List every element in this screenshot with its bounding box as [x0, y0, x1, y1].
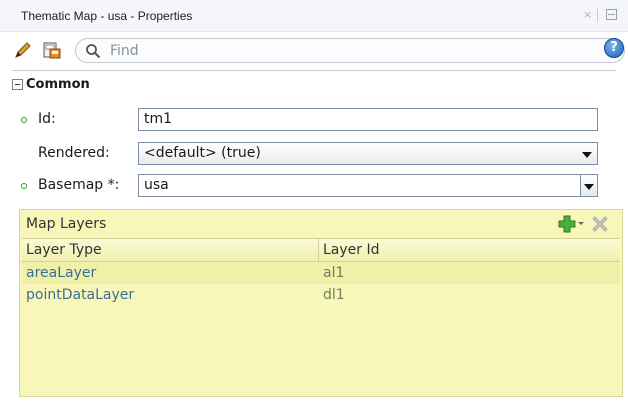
- title-bar: Thematic Map - usa - Properties ×: [0, 0, 628, 32]
- map-layers-header: Map Layers: [20, 210, 622, 238]
- window-title: Thematic Map - usa - Properties: [21, 9, 193, 23]
- collapse-icon[interactable]: [12, 79, 23, 90]
- rendered-select[interactable]: <default> (true): [138, 142, 598, 165]
- rendered-label: Rendered:: [38, 145, 110, 161]
- id-label: Id:: [38, 111, 56, 127]
- required-indicator-icon: [21, 117, 27, 123]
- cell-layer-type: areaLayer: [26, 265, 97, 281]
- search-icon: [86, 44, 101, 59]
- map-layers-table: Layer Type Layer Id areaLayer al1 pointD…: [22, 238, 620, 306]
- section-label: Common: [26, 77, 90, 92]
- title-separator: [597, 9, 598, 22]
- map-layers-title: Map Layers: [26, 216, 107, 232]
- table-row[interactable]: areaLayer al1: [22, 262, 620, 284]
- chevron-down-icon: [584, 184, 594, 190]
- column-header-layer-type[interactable]: Layer Type: [26, 242, 102, 258]
- basemap-select[interactable]: usa: [138, 174, 598, 197]
- required-indicator-icon: [21, 183, 27, 189]
- basemap-label: Basemap *:: [38, 177, 120, 193]
- save-icon[interactable]: [42, 40, 62, 60]
- table-header: Layer Type Layer Id: [22, 238, 620, 262]
- table-row[interactable]: pointDataLayer dl1: [22, 284, 620, 306]
- search-box[interactable]: Find: [75, 38, 625, 63]
- cell-layer-id: al1: [323, 265, 345, 281]
- minimize-icon[interactable]: ×: [583, 8, 592, 21]
- basemap-value: usa: [144, 177, 169, 193]
- add-dropdown-icon[interactable]: [578, 222, 584, 225]
- add-icon[interactable]: [557, 214, 577, 234]
- id-field[interactable]: tm1: [138, 108, 598, 131]
- cell-layer-type: pointDataLayer: [26, 287, 135, 303]
- basemap-dropdown-button[interactable]: [580, 175, 597, 196]
- delete-icon[interactable]: [590, 214, 610, 234]
- search-placeholder: Find: [110, 43, 139, 59]
- toolbar: Find: [0, 32, 628, 68]
- cell-layer-id: dl1: [323, 287, 345, 303]
- pencil-icon[interactable]: [13, 40, 33, 60]
- chevron-down-icon: [582, 152, 592, 158]
- toolbar-divider: [12, 70, 616, 71]
- column-header-layer-id[interactable]: Layer Id: [323, 242, 380, 258]
- rendered-value: <default> (true): [144, 145, 261, 161]
- maximize-icon[interactable]: [606, 9, 617, 20]
- help-icon[interactable]: ?: [604, 38, 624, 58]
- map-layers-panel: Map Layers Layer Type Layer Id areaLayer…: [19, 209, 623, 397]
- column-separator[interactable]: [318, 239, 319, 262]
